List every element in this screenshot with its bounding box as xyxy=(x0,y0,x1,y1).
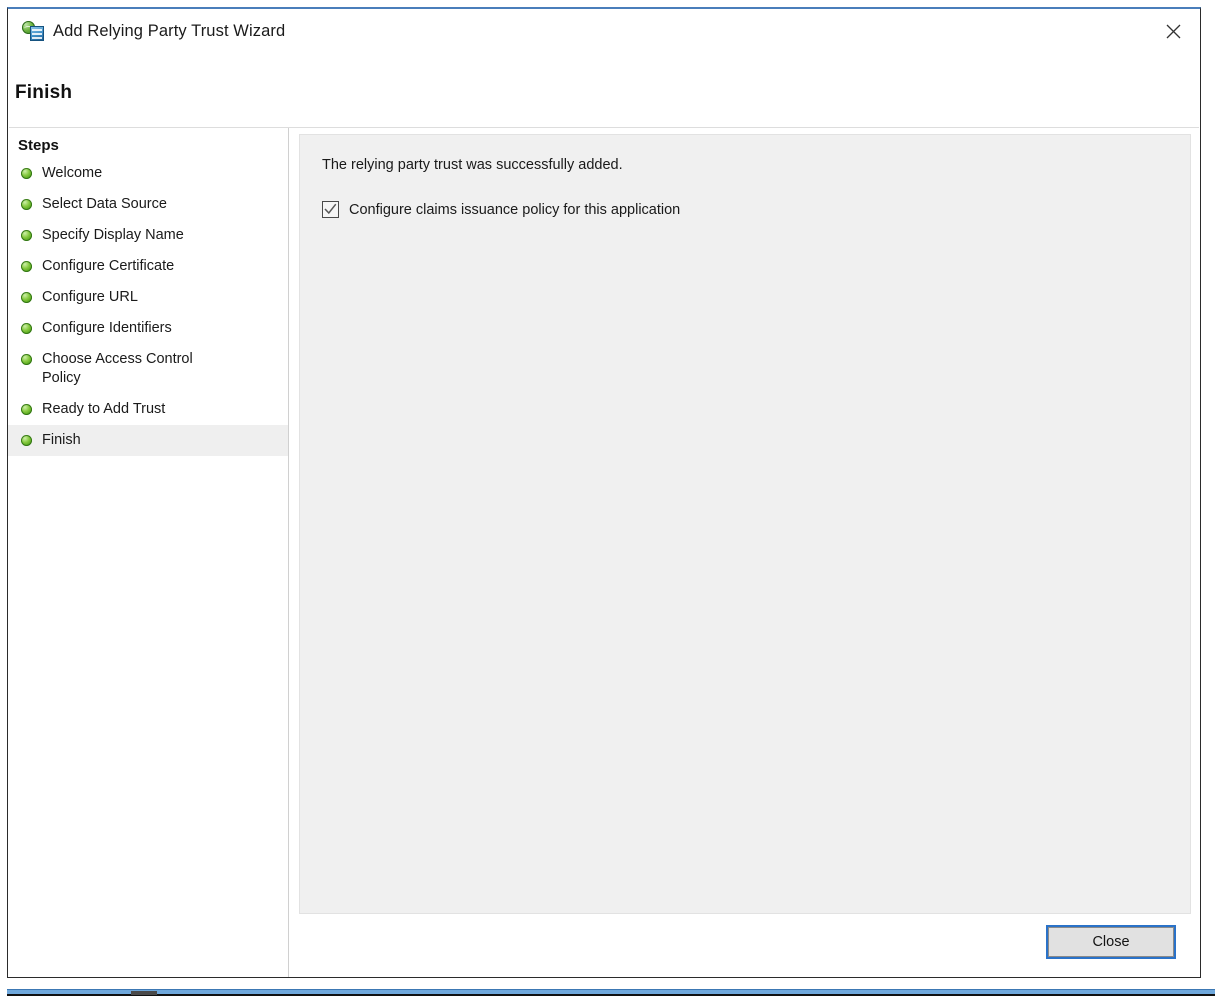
title-bar: Add Relying Party Trust Wizard xyxy=(8,9,1200,55)
sidebar-item-configure-url[interactable]: Configure URL xyxy=(8,282,288,313)
success-message: The relying party trust was successfully… xyxy=(322,157,623,173)
sidebar-item-label: Welcome xyxy=(42,165,103,181)
sidebar-item-choose-access-control-policy[interactable]: Choose Access Control Policy xyxy=(8,344,288,394)
step-complete-icon xyxy=(21,230,32,241)
sidebar-item-label: Specify Display Name xyxy=(42,227,184,243)
adfs-relying-party-icon xyxy=(22,21,44,41)
step-complete-icon xyxy=(21,168,32,179)
sidebar-item-label: Configure Identifiers xyxy=(42,320,172,336)
sidebar-item-label: Choose Access Control Policy xyxy=(42,351,193,386)
step-complete-icon xyxy=(21,404,32,415)
taskbar-nub-icon xyxy=(131,991,157,995)
sidebar-item-specify-display-name[interactable]: Specify Display Name xyxy=(8,220,288,251)
screen: Add Relying Party Trust Wizard Finish St… xyxy=(0,0,1222,1000)
sidebar-item-configure-identifiers[interactable]: Configure Identifiers xyxy=(8,313,288,344)
sidebar-item-label: Ready to Add Trust xyxy=(42,401,166,417)
steps-list: Welcome Select Data Source Specify Displ… xyxy=(8,158,288,456)
step-complete-icon xyxy=(21,292,32,303)
sidebar-item-finish[interactable]: Finish xyxy=(8,425,288,456)
step-complete-icon xyxy=(21,199,32,210)
page-title: Finish xyxy=(15,82,73,103)
step-complete-icon xyxy=(21,323,32,334)
sidebar-item-label: Select Data Source xyxy=(42,196,167,212)
sidebar-item-label: Configure URL xyxy=(42,289,138,305)
wizard-body: Steps Welcome Select Data Source Specify… xyxy=(8,128,1200,977)
window-title: Add Relying Party Trust Wizard xyxy=(53,21,286,40)
sidebar-item-welcome[interactable]: Welcome xyxy=(8,158,288,189)
step-complete-icon xyxy=(21,261,32,272)
step-complete-icon xyxy=(21,354,32,365)
configure-claims-policy-checkbox[interactable] xyxy=(322,201,339,218)
content-area: The relying party trust was successfully… xyxy=(290,128,1200,977)
sidebar-item-label: Finish xyxy=(42,432,81,448)
wizard-window: Add Relying Party Trust Wizard Finish St… xyxy=(7,7,1201,978)
title-bar-left: Add Relying Party Trust Wizard xyxy=(22,21,285,41)
taskbar-sliver xyxy=(7,989,1215,996)
sidebar-item-ready-to-add-trust[interactable]: Ready to Add Trust xyxy=(8,394,288,425)
step-complete-icon xyxy=(21,435,32,446)
steps-sidebar: Steps Welcome Select Data Source Specify… xyxy=(8,128,289,977)
content-panel: The relying party trust was successfully… xyxy=(299,134,1191,914)
steps-heading: Steps xyxy=(18,137,59,154)
sidebar-item-label: Configure Certificate xyxy=(42,258,175,274)
window-close-button[interactable] xyxy=(1146,9,1200,54)
sidebar-item-select-data-source[interactable]: Select Data Source xyxy=(8,189,288,220)
close-icon xyxy=(1165,23,1182,40)
close-button[interactable]: Close xyxy=(1046,925,1176,959)
configure-claims-policy-label: Configure claims issuance policy for thi… xyxy=(349,201,681,218)
dialog-footer: Close xyxy=(299,915,1191,977)
sidebar-item-configure-certificate[interactable]: Configure Certificate xyxy=(8,251,288,282)
configure-claims-policy-checkbox-row[interactable]: Configure claims issuance policy for thi… xyxy=(322,201,680,218)
